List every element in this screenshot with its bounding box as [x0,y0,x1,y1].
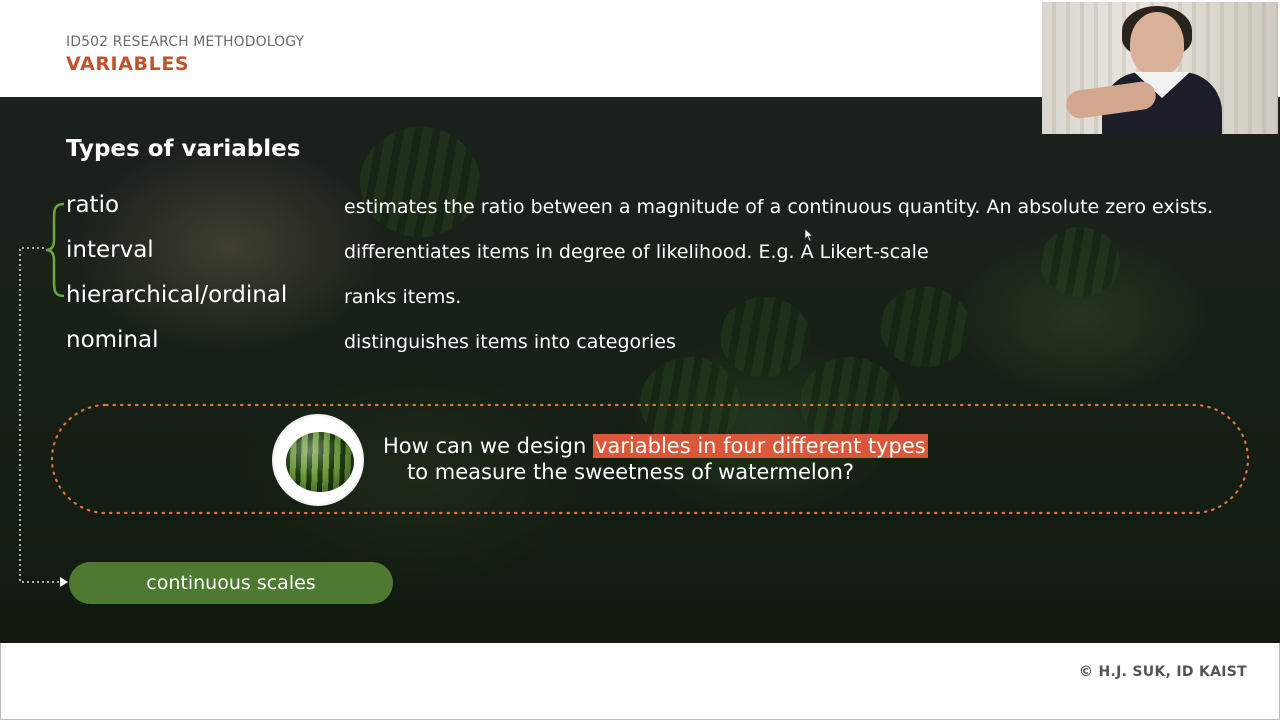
variable-desc-interval: differentiates items in degree of likeli… [344,241,929,263]
question-prefix: How can we design [383,434,593,458]
variable-type-nominal: nominal [66,327,159,353]
question-line-2: to measure the sweetness of watermelon? [407,460,855,484]
course-code: ID502 RESEARCH METHODOLOGY [66,34,305,50]
copyright-footer: © H.J. SUK, ID KAIST [1079,664,1248,680]
types-heading: Types of variables [66,136,301,162]
continuous-scales-label: continuous scales [69,562,393,604]
slide-title: VARIABLES [66,53,190,75]
variable-type-ordinal: hierarchical/ordinal [66,282,288,308]
variable-desc-ratio: estimates the ratio between a magnitude … [344,196,1214,218]
question-line-1: How can we design variables in four diff… [383,432,928,460]
variable-desc-ordinal: ranks items. [344,286,462,308]
question-highlight: variables in four different types [593,434,928,458]
variable-type-interval: interval [66,237,154,263]
presenter-webcam [1042,2,1278,134]
watermelon-image [272,414,364,506]
mouse-cursor-icon [804,228,814,242]
variable-type-ratio: ratio [66,192,120,218]
variable-desc-nominal: distinguishes items into categories [344,331,676,353]
